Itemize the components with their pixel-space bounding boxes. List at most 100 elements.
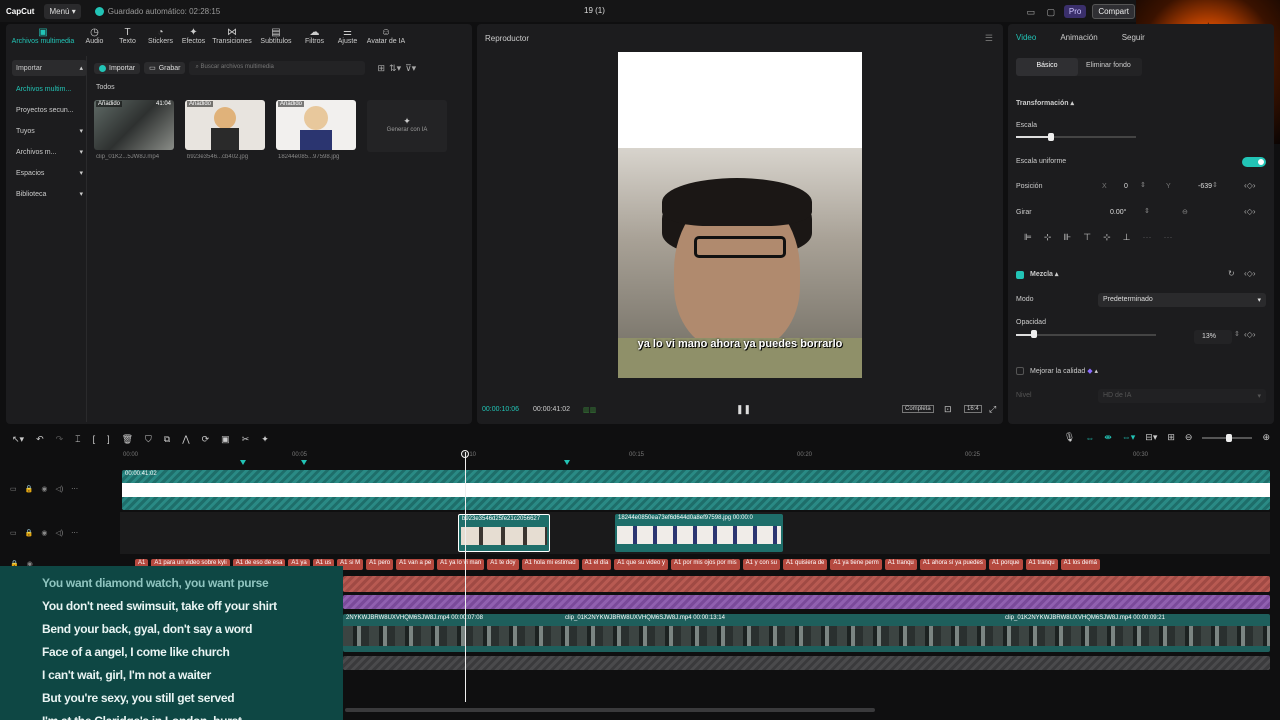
tab-tracking[interactable]: Seguir: [1122, 33, 1145, 42]
split-left-icon[interactable]: [: [93, 434, 96, 445]
sidebar-item[interactable]: Importar ▴: [12, 60, 87, 76]
tool-tab-adjust[interactable]: ⚌ Ajuste: [331, 24, 364, 52]
more-icon[interactable]: ⋯: [71, 485, 78, 493]
split-icon[interactable]: ⌶: [75, 434, 80, 445]
undo-icon[interactable]: ↶: [36, 434, 44, 445]
player-menu-icon[interactable]: ☰: [985, 33, 993, 44]
scale-slider-knob[interactable]: [1048, 133, 1054, 141]
select-tool-icon[interactable]: ↖▾: [12, 434, 24, 445]
tool-tab-subtitles[interactable]: ▤ Subtítulos: [254, 24, 298, 52]
rotate-icon[interactable]: ⟳: [202, 434, 210, 445]
audio-icon[interactable]: ◁): [55, 485, 63, 493]
align-bottom-icon[interactable]: ⊥: [1123, 232, 1131, 243]
generate-with-ai-button[interactable]: ✦ Generar con IA: [367, 100, 447, 152]
opacity-slider-knob[interactable]: [1031, 330, 1037, 338]
beat-marker[interactable]: [240, 460, 246, 465]
text-clip[interactable]: A1 van a pe: [396, 559, 435, 570]
text-clip[interactable]: A1 tranqu: [884, 559, 917, 570]
layout-icon[interactable]: ▭: [1024, 6, 1038, 18]
mirror-icon[interactable]: ⋀: [182, 434, 189, 445]
snapshot-icon[interactable]: ⊡: [944, 404, 952, 415]
preview-axis-icon[interactable]: ⊟▾: [1145, 432, 1157, 443]
opacity-slider-track[interactable]: [1016, 334, 1156, 336]
magnet-icon[interactable]: ⇔▾: [1122, 432, 1136, 443]
cover-icon[interactable]: ▭: [10, 529, 17, 537]
subtab-basic[interactable]: Básico: [1016, 58, 1078, 76]
share-button[interactable]: Compart: [1092, 4, 1135, 19]
aspect-ratio-button[interactable]: 16:4: [964, 405, 982, 413]
zoom-out-icon[interactable]: ⊖: [1185, 432, 1193, 443]
text-clip[interactable]: A1 te doy: [487, 559, 519, 570]
rotate-input[interactable]: 0.00°: [1110, 209, 1126, 216]
sidebar-item[interactable]: Proyectos secun...: [12, 102, 87, 118]
eye-icon[interactable]: ◉: [41, 529, 47, 537]
snap-icon[interactable]: ⇼: [1104, 432, 1112, 443]
sidebar-item[interactable]: Archivos multim...: [12, 81, 87, 97]
pro-button[interactable]: Pro: [1063, 5, 1087, 18]
fit-icon[interactable]: ⊞: [1167, 432, 1175, 443]
level-select[interactable]: HD de IA ▾: [1098, 389, 1266, 403]
sort-icon[interactable]: ⇅▾: [389, 63, 401, 74]
tool-tab-transitions[interactable]: ⋈ Transiciones: [210, 24, 254, 52]
delete-icon[interactable]: 🗑: [122, 434, 133, 445]
y-stepper[interactable]: ⇕: [1212, 181, 1218, 189]
tool-tab-stickers[interactable]: ◔ Stickers: [144, 24, 177, 52]
lock-icon[interactable]: 🔒: [25, 529, 34, 537]
tool-tab-effects[interactable]: ✦ Efectos: [177, 24, 210, 52]
opacity-keyframe-icon[interactable]: ‹◇›: [1244, 330, 1255, 339]
uniform-scale-toggle[interactable]: [1242, 157, 1266, 167]
window-icon[interactable]: ▢: [1044, 6, 1058, 18]
media-item-image-2[interactable]: Añadido 18244e085...97598.jpg: [276, 100, 356, 160]
align-center-h-icon[interactable]: ⊹: [1044, 232, 1052, 243]
text-clip[interactable]: A1 ya lo vi man: [437, 559, 485, 570]
image-clip-1[interactable]: b923e3546d25fe21c2056627: [458, 514, 550, 552]
grid-view-icon[interactable]: ⊞: [377, 63, 385, 74]
sidebar-item[interactable]: Biblioteca ▾: [12, 186, 87, 202]
opacity-stepper[interactable]: ⇕: [1234, 330, 1240, 338]
align-left-icon[interactable]: ⊫: [1024, 232, 1032, 243]
zoom-slider[interactable]: [1202, 433, 1253, 442]
tab-video[interactable]: Video: [1016, 33, 1036, 42]
text-clip[interactable]: A1 pero: [366, 559, 394, 570]
audio-track-red[interactable]: [343, 576, 1270, 592]
opacity-input[interactable]: 13%: [1194, 330, 1232, 344]
beat-marker[interactable]: [301, 460, 307, 465]
cover-icon[interactable]: ▭: [10, 485, 17, 493]
audio-track-gray[interactable]: [343, 656, 1270, 670]
split-right-icon[interactable]: ]: [107, 434, 110, 445]
subtab-remove-bg[interactable]: Eliminar fondo: [1078, 58, 1139, 76]
tab-animation[interactable]: Animación: [1060, 33, 1097, 42]
transform-section[interactable]: Transformación ▴: [1016, 99, 1074, 107]
eye-icon[interactable]: ◉: [41, 485, 47, 493]
crop-icon[interactable]: ⧉: [164, 434, 170, 445]
microphone-icon[interactable]: 🎙: [1064, 432, 1075, 443]
ai-tools-icon[interactable]: ✦: [261, 434, 269, 445]
enhance-section[interactable]: Mejorar la calidad ◆ ▴: [1030, 367, 1098, 375]
align-top-icon[interactable]: ⊤: [1083, 232, 1091, 243]
rotate-stepper[interactable]: ⇕: [1144, 207, 1150, 215]
image-clip-2[interactable]: 18244e0850ea73ef6d644d0a8ef97598.jpg 00:…: [615, 514, 783, 552]
x-stepper[interactable]: ⇕: [1140, 181, 1146, 189]
text-clip[interactable]: A1 el día: [581, 559, 612, 570]
tool-tab-audio[interactable]: ◷ Audio: [78, 24, 111, 52]
text-clip[interactable]: A1 porque: [988, 559, 1023, 570]
y-input[interactable]: -639: [1198, 183, 1212, 190]
tool-tab-filters[interactable]: ☁ Filtros: [298, 24, 331, 52]
media-item-clip[interactable]: Añadido 41:04 clip_01K2...5JW8J.mp4: [94, 100, 174, 160]
timeline-ruler[interactable]: 00:00 00:05 00:10 00:15 00:20 00:25 00:3…: [120, 450, 1280, 465]
marker-icon[interactable]: ⛉: [145, 434, 152, 445]
distribute-v-icon[interactable]: ⋯: [1163, 232, 1172, 243]
auto-cut-icon[interactable]: ✂: [242, 434, 250, 445]
menu-button[interactable]: Menú ▾: [44, 3, 81, 19]
lock-icon[interactable]: 🔒: [25, 485, 34, 493]
media-search-input[interactable]: ⌕ Buscar archivos multimedia: [189, 61, 366, 75]
text-clip[interactable]: A1 por mis ojos por mis: [670, 559, 740, 570]
pause-button[interactable]: ❚❚: [736, 404, 751, 415]
sidebar-item[interactable]: Tuyos ▾: [12, 123, 87, 139]
text-clip[interactable]: A1 quisiera de: [783, 559, 828, 570]
text-clip[interactable]: A1 ya tiene perm: [830, 559, 882, 570]
import-button[interactable]: Importar: [94, 62, 141, 74]
text-clip[interactable]: A1 los demá: [1060, 559, 1100, 570]
fullscreen-mode-button[interactable]: Completa: [902, 405, 934, 413]
audio-track-purple[interactable]: [343, 595, 1270, 609]
